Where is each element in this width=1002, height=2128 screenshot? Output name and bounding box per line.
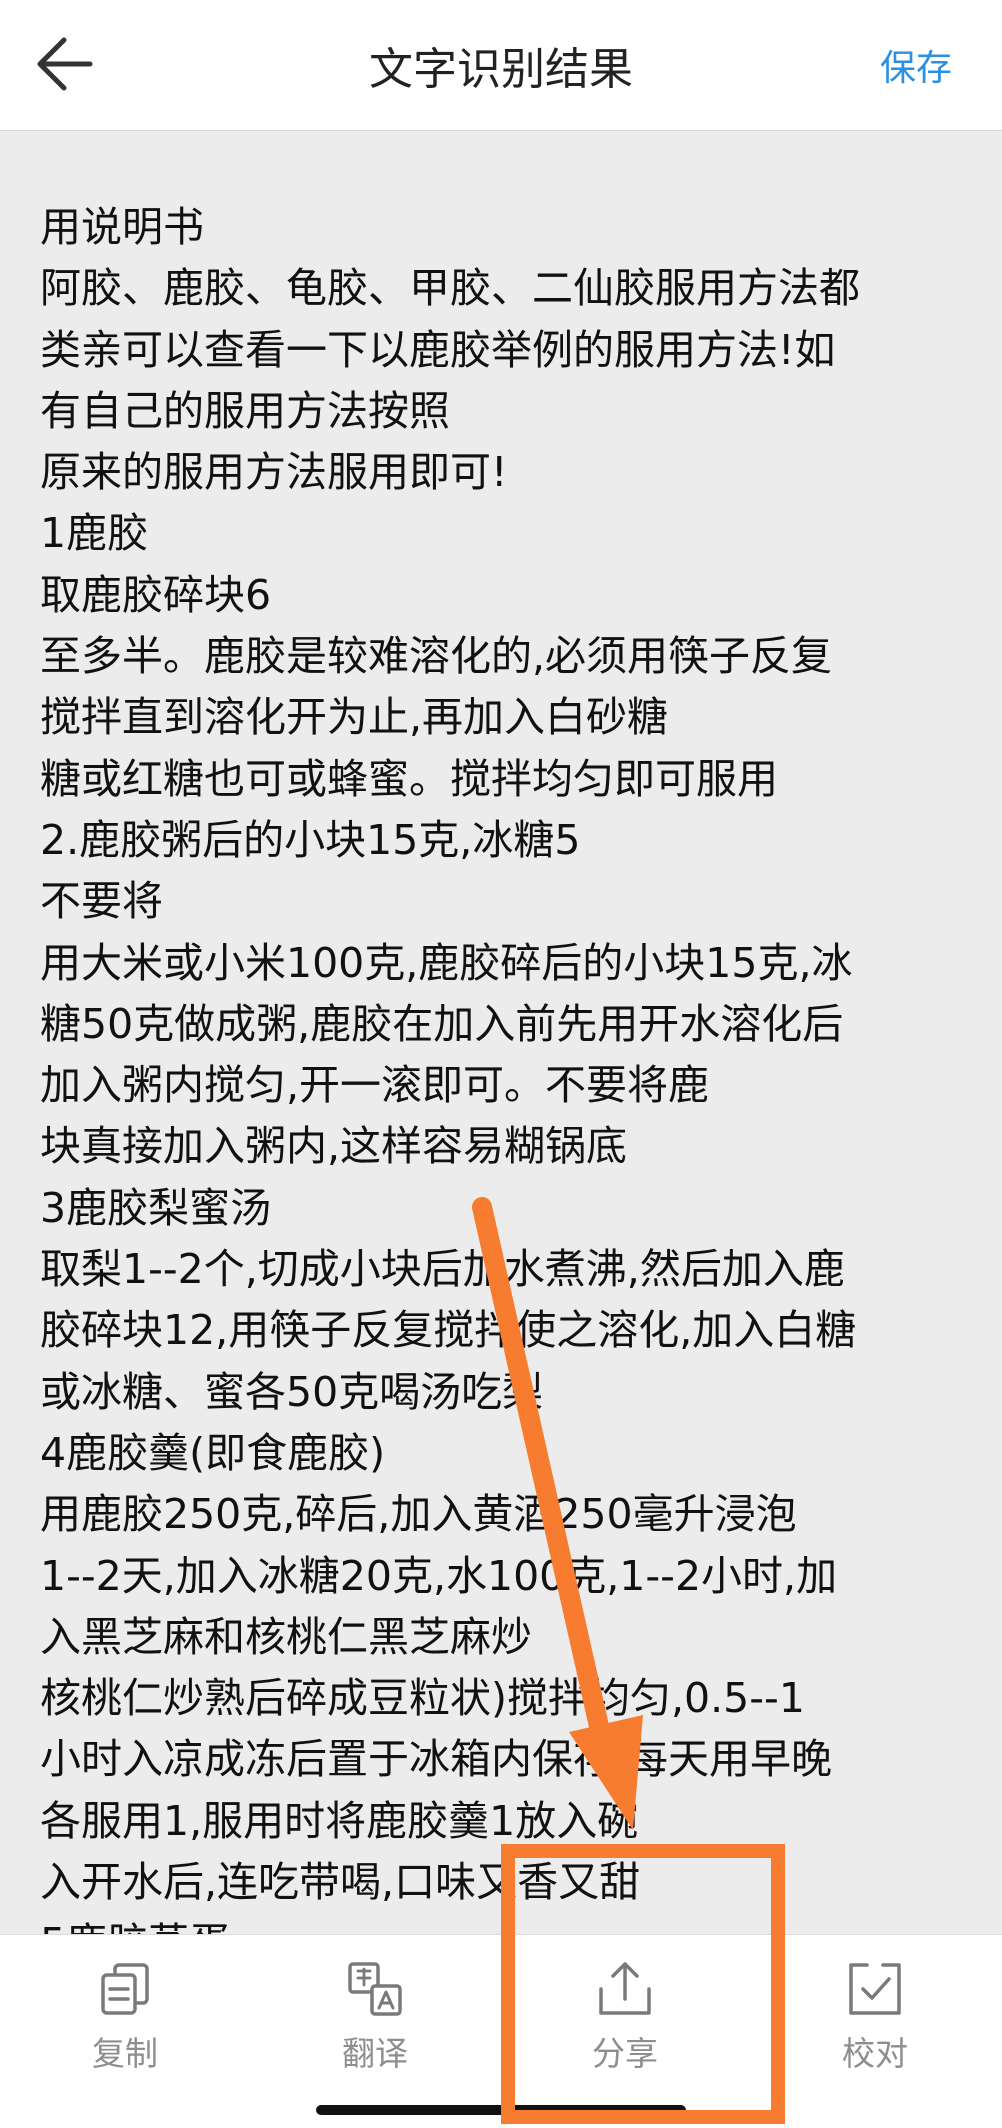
copy-icon (101, 1963, 149, 2015)
text-line: 用说明书 (40, 203, 204, 251)
text-line: 4鹿胶羹(即食鹿胶) (40, 1428, 386, 1477)
proofread-label: 校对 (842, 2034, 908, 2073)
text-line: 阿胶、鹿胶、龟胶、甲胶、二仙胶服用方法都 (40, 264, 860, 313)
copy-label: 复制 (92, 2034, 158, 2073)
text-line: 1--2天,加入冰糖20克,水100克,1--2小时,加 (40, 1551, 838, 1600)
arrow-left-icon (37, 37, 93, 91)
translate-icon (348, 1962, 402, 2016)
text-line: 核桃仁炒熟后碎成豆粒状)搅拌均匀,0.5--1 (40, 1674, 805, 1723)
translate-label: 翻译 (342, 2034, 408, 2073)
text-line: 搅拌直到溶化开为止,再加入白砂糖 (40, 693, 669, 742)
text-line: 至多半。鹿胶是较难溶化的,必须用筷子反复 (40, 632, 833, 681)
text-line: 原来的服用方法服用即可! (40, 448, 508, 497)
text-line: 入黑芝麻和核桃仁黑芝麻炒 (40, 1612, 532, 1661)
text-line: 2.鹿胶粥后的小块15克,冰糖5 (40, 815, 581, 864)
text-line: 或冰糖、蜜各50克喝汤吃梨 (40, 1367, 544, 1416)
text-line: 用大米或小米100克,鹿胶碎后的小块15克,冰 (40, 938, 853, 987)
text-line: 1鹿胶 (40, 509, 149, 558)
text-line: 不要将 (40, 877, 163, 926)
text-line: 取梨1--2个,切成小块后加水煮沸,然后加入鹿 (40, 1245, 845, 1294)
copy-button[interactable]: 复制 (0, 1935, 250, 2128)
page-title: 文字识别结果 (369, 44, 633, 95)
share-label: 分享 (592, 2034, 658, 2073)
back-button[interactable] (22, 22, 106, 106)
text-line: 入开水后,连吃带喝,口味又香又甜 (40, 1858, 641, 1907)
share-icon (599, 1962, 651, 2015)
text-line: 3鹿胶梨蜜汤 (40, 1183, 272, 1232)
text-line: 有自己的服用方法按照 (40, 386, 450, 435)
text-line: 块真接加入粥内,这样容易糊锅底 (40, 1122, 628, 1171)
text-line: 5鹿胶蒸蛋 (40, 1913, 980, 1934)
proofread-button[interactable]: 校对 (750, 1935, 1000, 2128)
text-line: 糖或红糖也可或蜂蜜。搅拌均匀即可服用 (40, 754, 778, 803)
recognized-text[interactable]: 用说明书阿胶、鹿胶、龟胶、甲胶、二仙胶服用方法都 类亲可以查看一下以鹿胶举例的服用… (40, 197, 980, 1934)
text-line: 加入粥内搅匀,开一滚即可。不要将鹿 (40, 1061, 710, 1110)
recognized-text-panel[interactable]: 用说明书阿胶、鹿胶、龟胶、甲胶、二仙胶服用方法都 类亲可以查看一下以鹿胶举例的服用… (0, 131, 1002, 1934)
text-line: 各服用1,服用时将鹿胶羹1放入碗 (40, 1796, 639, 1845)
text-line: 取鹿胶碎块6 (40, 570, 272, 619)
text-line: 糖50克做成粥,鹿胶在加入前先用开水溶化后 (40, 999, 844, 1048)
share-button[interactable]: 分享 (500, 1935, 750, 2128)
bottom-toolbar: 复制 翻译 分享 校对 (0, 1934, 1002, 2128)
proofread-icon (849, 1963, 901, 2015)
text-line: 用鹿胶250克,碎后,加入黄酒250毫升浸泡 (40, 1490, 797, 1539)
home-indicator[interactable] (316, 2105, 686, 2115)
top-bar: 文字识别结果 保存 (0, 0, 1002, 131)
text-line: 胶碎块12,用筷子反复搅拌使之溶化,加入白糖 (40, 1306, 857, 1355)
text-line: 小时入凉成冻后置于冰箱内保存,每天用早晚 (40, 1735, 833, 1784)
translate-button[interactable]: 翻译 (250, 1935, 500, 2128)
text-line: 类亲可以查看一下以鹿胶举例的服用方法!如 (40, 325, 836, 374)
save-button[interactable]: 保存 (880, 0, 952, 130)
